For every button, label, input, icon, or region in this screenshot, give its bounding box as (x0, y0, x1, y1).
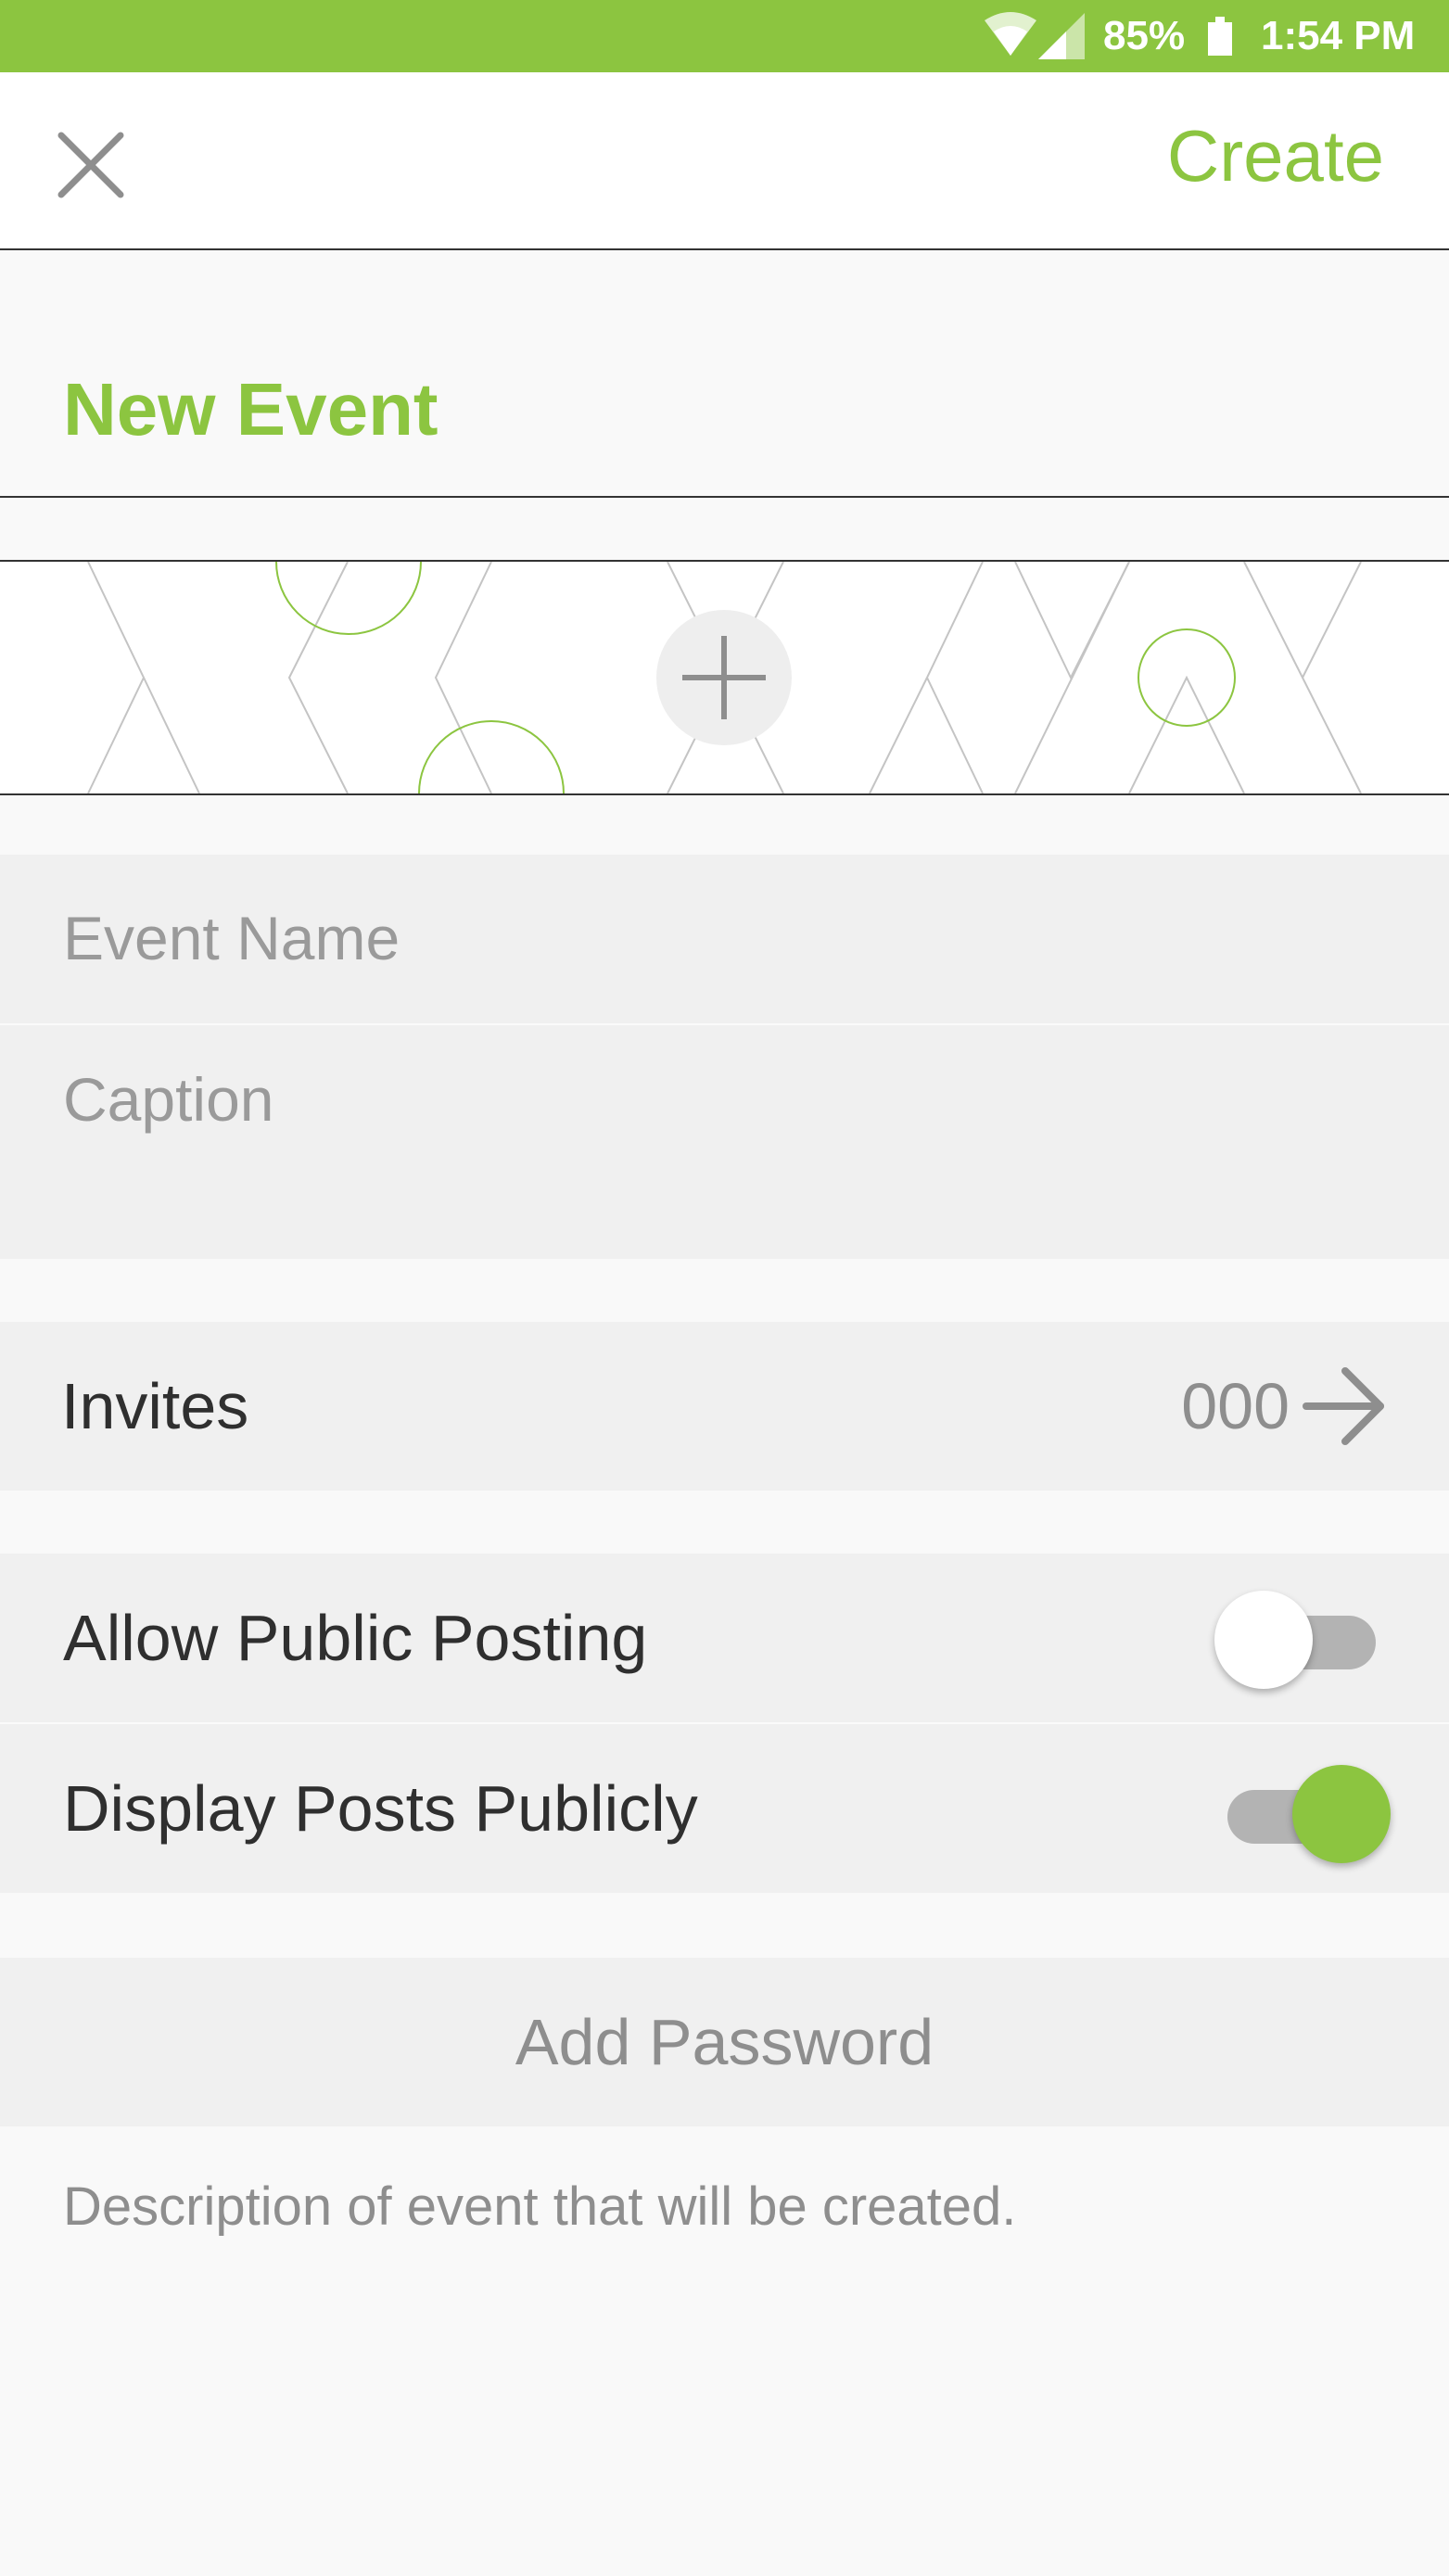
allow-public-posting-label: Allow Public Posting (63, 1602, 648, 1674)
caption-input[interactable]: Caption (0, 1025, 1449, 1259)
display-posts-publicly-label: Display Posts Publicly (63, 1772, 698, 1845)
add-password-label: Add Password (515, 2006, 934, 2078)
page-title: New Event (63, 368, 439, 450)
allow-public-posting-toggle[interactable] (1214, 1585, 1391, 1689)
display-posts-publicly-row: Display Posts Publicly (0, 1724, 1449, 1893)
battery-icon (1208, 17, 1232, 56)
status-bar: 85% 1:54 PM (0, 0, 1449, 72)
create-button[interactable]: Create (1167, 109, 1384, 202)
event-description: Description of event that will be create… (63, 2176, 1017, 2237)
add-cover-photo-button[interactable] (656, 610, 792, 745)
caption-placeholder: Caption (63, 1065, 274, 1134)
close-button[interactable] (54, 128, 128, 202)
arrow-right-icon (1303, 1367, 1384, 1445)
cover-image-area[interactable] (0, 560, 1449, 795)
top-action-bar: Create (0, 72, 1449, 250)
event-name-placeholder: Event Name (63, 904, 400, 972)
battery-percent: 85% (1103, 13, 1186, 58)
title-section: New Event (0, 250, 1449, 498)
display-posts-publicly-toggle[interactable] (1214, 1759, 1391, 1863)
close-icon (57, 132, 124, 198)
event-name-input[interactable]: Event Name (0, 855, 1449, 1025)
invites-count: 000 (1181, 1370, 1290, 1442)
allow-public-posting-row: Allow Public Posting (0, 1554, 1449, 1724)
cell-signal-icon (1038, 13, 1085, 59)
clock: 1:54 PM (1261, 13, 1416, 58)
add-password-button[interactable]: Add Password (0, 1958, 1449, 2126)
invites-label: Invites (61, 1370, 249, 1442)
wifi-icon (985, 12, 1036, 56)
invites-row[interactable]: Invites 000 (0, 1322, 1449, 1491)
